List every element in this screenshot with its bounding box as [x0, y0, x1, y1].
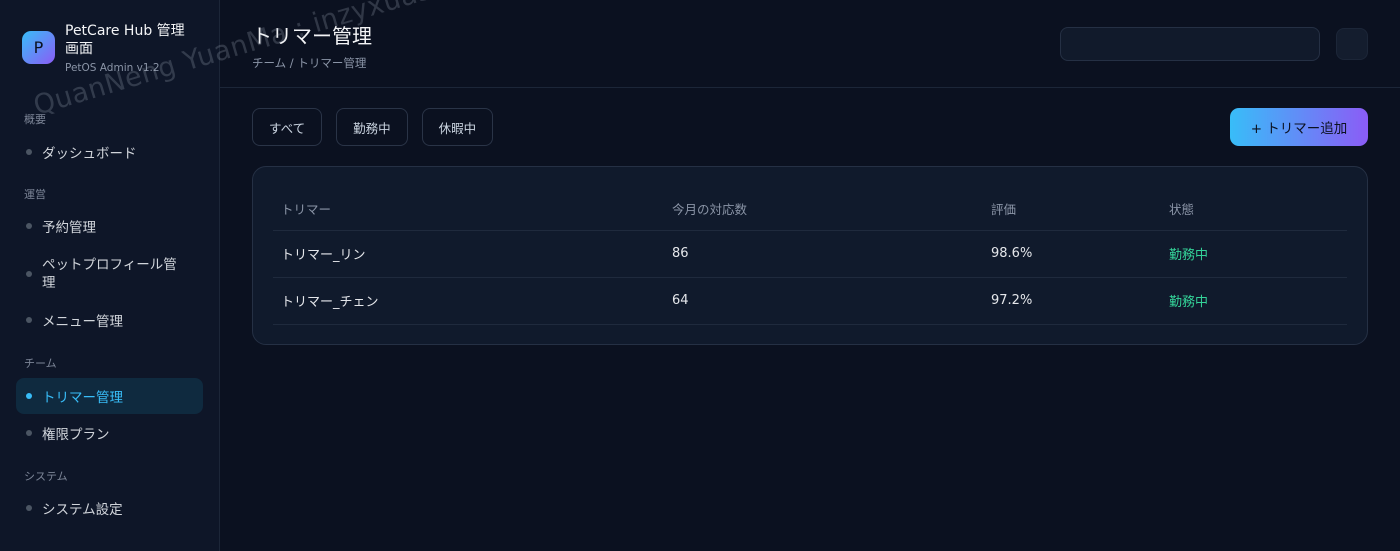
cell-groomer-name: トリマー_チェン [273, 277, 664, 325]
sidebar: P PetCare Hub 管理画面 PetOS Admin v1.2 概要 ダ… [0, 0, 220, 551]
header-icon-button[interactable] [1336, 28, 1368, 60]
search-input[interactable] [1060, 27, 1320, 61]
nav-section-team: チーム [24, 357, 57, 370]
nav-section-operations: 運営 [24, 188, 46, 201]
bullet-icon [26, 317, 32, 323]
column-header-status: 状態 [1161, 187, 1347, 231]
table-row[interactable]: トリマー_チェン 64 97.2% 勤務中 [273, 277, 1347, 325]
main-content: トリマー管理 チーム / トリマー管理 すべて 勤務中 休暇中 + トリマー追加… [220, 0, 1400, 551]
sidebar-item-label: 予約管理 [42, 220, 96, 236]
sidebar-item-label: トリマー管理 [42, 390, 123, 406]
filter-on-duty-button[interactable]: 勤務中 [336, 108, 408, 146]
page-header: トリマー管理 チーム / トリマー管理 [220, 0, 1400, 88]
sidebar-item-reservations[interactable]: 予約管理 [16, 214, 203, 238]
nav-section-system: システム [24, 470, 68, 483]
sidebar-item-pet-profiles[interactable]: ペットプロフィール管理 [16, 254, 203, 294]
groomer-table: トリマー 今月の対応数 評価 状態 トリマー_リン 86 98.6% 勤務中 ト… [273, 187, 1347, 325]
column-header-rating: 評価 [983, 187, 1161, 231]
sidebar-item-label: ダッシュボード [42, 146, 137, 162]
cell-status: 勤務中 [1161, 230, 1347, 278]
sidebar-item-label: システム設定 [42, 502, 123, 518]
column-header-groomer: トリマー [273, 187, 664, 231]
sidebar-item-permission-plans[interactable]: 権限プラン [16, 421, 203, 445]
add-groomer-button[interactable]: + トリマー追加 [1230, 108, 1368, 146]
sidebar-item-dashboard[interactable]: ダッシュボード [16, 140, 203, 164]
groomer-table-card: トリマー 今月の対応数 評価 状態 トリマー_リン 86 98.6% 勤務中 ト… [252, 166, 1368, 345]
table-header-row: トリマー 今月の対応数 評価 状態 [273, 187, 1347, 231]
filter-group: すべて 勤務中 休暇中 [252, 108, 494, 146]
bullet-icon [26, 149, 32, 155]
cell-status: 勤務中 [1161, 277, 1347, 325]
sidebar-item-menus[interactable]: メニュー管理 [16, 308, 203, 332]
cell-rating: 98.6% [983, 230, 1161, 278]
brand-subtitle: PetOS Admin v1.2 [65, 62, 160, 74]
bullet-icon [26, 430, 32, 436]
sidebar-item-groomers[interactable]: トリマー管理 [16, 378, 203, 414]
cell-rating: 97.2% [983, 277, 1161, 325]
filter-all-button[interactable]: すべて [252, 108, 323, 146]
filter-on-leave-button[interactable]: 休暇中 [421, 108, 494, 146]
cell-groomer-name: トリマー_リン [273, 230, 664, 278]
brand: P PetCare Hub 管理画面 PetOS Admin v1.2 [16, 0, 203, 74]
bullet-icon [26, 505, 32, 511]
sidebar-item-label: 権限プラン [42, 427, 110, 443]
cell-monthly-count: 86 [664, 230, 983, 278]
sidebar-item-label: ペットプロフィール管理 [42, 257, 177, 291]
cell-monthly-count: 64 [664, 277, 983, 325]
sidebar-item-label: メニュー管理 [42, 314, 123, 330]
bullet-icon [26, 393, 32, 399]
nav-section-overview: 概要 [24, 113, 46, 126]
brand-logo: P [22, 31, 55, 64]
sidebar-item-system-settings[interactable]: システム設定 [16, 496, 203, 520]
bullet-icon [26, 271, 32, 277]
table-row[interactable]: トリマー_リン 86 98.6% 勤務中 [273, 230, 1347, 278]
app-root: P PetCare Hub 管理画面 PetOS Admin v1.2 概要 ダ… [0, 0, 1400, 551]
column-header-monthly-count: 今月の対応数 [664, 187, 983, 231]
bullet-icon [26, 223, 32, 229]
brand-title: PetCare Hub 管理画面 [65, 23, 185, 57]
